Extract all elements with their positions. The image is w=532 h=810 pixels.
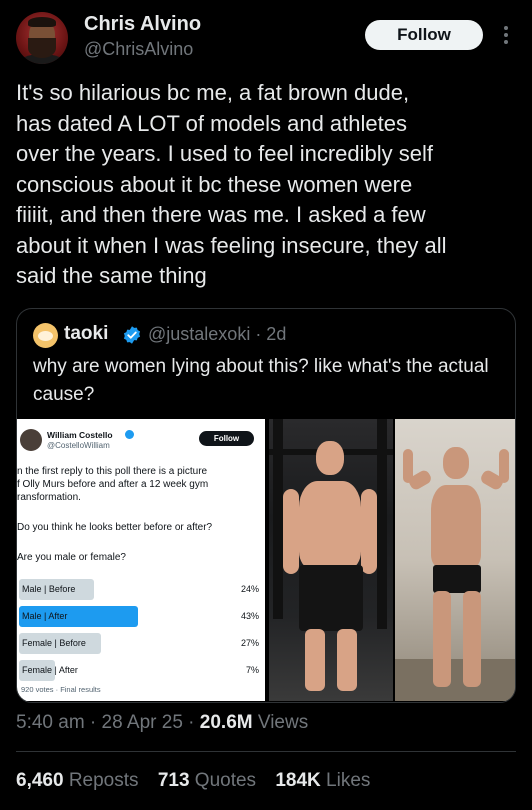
verified-badge-icon <box>123 326 141 344</box>
engagement-stats: 6,460 Reposts 713 Quotes 184K Likes <box>16 770 384 792</box>
poll-verified-icon <box>125 430 134 439</box>
quoted-tweet-text: why are women lying about this? like wha… <box>33 356 489 405</box>
likes-stat[interactable]: 184K Likes <box>275 770 370 791</box>
before-photo[interactable] <box>269 419 393 701</box>
poll-paragraph-3: Are you male or female? <box>17 552 126 563</box>
views-label: Views <box>257 712 309 733</box>
poll-author-name: William Costello <box>47 430 113 440</box>
tweet-timestamp[interactable]: 5:40 am · 28 Apr 25 · 20.6M Views <box>16 712 308 734</box>
quoted-author-name: taoki <box>64 323 109 344</box>
poll-option-percent: 7% <box>245 665 259 675</box>
poll-option-label: Female | After <box>22 665 78 675</box>
poll-author-avatar <box>20 429 42 451</box>
follow-button[interactable]: Follow <box>365 20 483 50</box>
tweet-date: 28 Apr 25 <box>101 712 183 733</box>
poll-option-percent: 27% <box>240 638 259 648</box>
poll-footer: 920 votes · Final results <box>21 685 101 694</box>
likes-label: Likes <box>326 770 371 791</box>
author-avatar[interactable] <box>16 12 68 64</box>
divider <box>16 751 516 752</box>
reposts-stat[interactable]: 6,460 Reposts <box>16 770 139 791</box>
quoted-tweet[interactable]: taoki @justalexoki · 2d why are women ly… <box>16 308 516 703</box>
poll-screenshot-image[interactable]: William Costello @CostelloWilliam Follow… <box>17 419 265 701</box>
likes-count: 184K <box>275 770 321 791</box>
views-count: 20.6M <box>199 712 253 733</box>
after-photo[interactable] <box>395 419 515 701</box>
poll-option-label: Female | Before <box>22 638 86 648</box>
tweet-text: It's so hilarious bc me, a fat brown dud… <box>16 80 447 288</box>
poll-paragraph-2: Do you think he looks better before or a… <box>17 522 213 533</box>
more-options-icon[interactable] <box>499 24 513 48</box>
quoted-author-avatar <box>33 323 58 348</box>
tweet-time: 5:40 am <box>16 712 85 733</box>
poll-option-label: Male | After <box>22 611 68 621</box>
quotes-label: Quotes <box>194 770 257 791</box>
author-name[interactable]: Chris Alvino <box>84 13 201 36</box>
poll-author-handle: @CostelloWilliam <box>47 441 110 450</box>
poll-paragraph-1: n the first reply to this poll there is … <box>17 466 209 503</box>
quotes-count: 713 <box>157 770 190 791</box>
reposts-label: Reposts <box>68 770 139 791</box>
reposts-count: 6,460 <box>16 770 64 791</box>
author-handle[interactable]: @ChrisAlvino <box>84 39 193 60</box>
poll-option-percent: 24% <box>240 584 259 594</box>
poll-follow-button: Follow <box>199 431 254 446</box>
poll-option-label: Male | Before <box>22 584 76 594</box>
quoted-author-handle-time: @justalexoki · 2d <box>148 324 287 344</box>
quotes-stat[interactable]: 713 Quotes <box>158 770 256 791</box>
poll-option-percent: 43% <box>240 611 259 621</box>
quoted-media[interactable]: William Costello @CostelloWilliam Follow… <box>17 419 515 702</box>
tweet-header: Chris Alvino @ChrisAlvino Follow <box>0 0 532 70</box>
